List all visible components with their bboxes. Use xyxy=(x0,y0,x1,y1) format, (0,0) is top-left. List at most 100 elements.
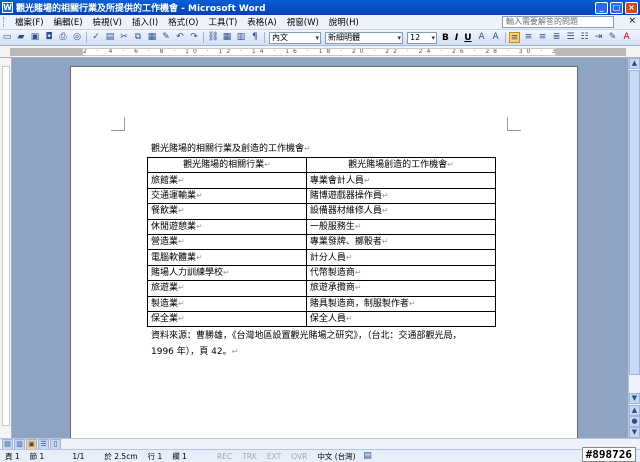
header-cell[interactable]: 觀光賭場的相關行業↵ xyxy=(147,156,307,174)
redo-icon[interactable]: ↷ xyxy=(189,32,200,43)
cell-mark: ↵ xyxy=(354,283,362,293)
save-icon[interactable]: ▣ xyxy=(30,32,41,43)
table-cell[interactable]: 賭具製造商，制服製作者↵ xyxy=(305,295,497,312)
close-button[interactable]: × xyxy=(625,1,638,14)
print-icon[interactable]: ⎙ xyxy=(58,32,69,43)
align-left-icon[interactable]: ≡ xyxy=(509,32,521,43)
header-cell[interactable]: 觀光賭場創造的工作機會↵ xyxy=(305,156,497,174)
cell-text: 餐飲業 xyxy=(151,206,179,217)
scroll-up-button[interactable]: ▲ xyxy=(629,58,640,69)
hyperlink-icon[interactable]: ⛓ xyxy=(208,32,219,43)
table-caption[interactable]: 觀光賭場的相關行業及創造的工作機會↵ xyxy=(151,141,311,154)
table-icon[interactable]: ▦ xyxy=(222,32,233,43)
data-table[interactable]: 觀光賭場的相關行業↵ 觀光賭場創造的工作機會↵ 旅館業↵ 專業會計人員↵ 交通運… xyxy=(147,156,497,328)
table-cell[interactable]: 旅遊承攬商↵ xyxy=(305,280,497,297)
columns-icon[interactable]: ▥ xyxy=(236,32,247,43)
char-border-icon[interactable]: A xyxy=(476,32,487,43)
spelling-icon[interactable]: ✓ xyxy=(91,32,102,43)
cell-mark: ↵ xyxy=(178,206,185,216)
vertical-scrollbar[interactable]: ▲ ▼ ▲ ● ▼ xyxy=(628,58,640,438)
style-select[interactable]: 內文 xyxy=(269,31,321,44)
numbering-icon[interactable]: ☰ xyxy=(565,32,576,43)
scroll-thumb[interactable] xyxy=(629,70,640,375)
align-right-icon[interactable]: ≡ xyxy=(537,32,548,43)
table-cell[interactable]: 休閒遊憩業↵ xyxy=(147,218,307,235)
menu-help[interactable]: 說明(H) xyxy=(324,16,364,28)
menu-edit[interactable]: 編輯(E) xyxy=(49,16,88,28)
vertical-ruler[interactable] xyxy=(0,58,12,438)
menu-tools[interactable]: 工具(T) xyxy=(203,16,242,28)
research-icon[interactable]: ▤ xyxy=(105,32,116,43)
word-app-icon[interactable]: W xyxy=(2,2,13,13)
paste-icon[interactable]: ▦ xyxy=(147,32,158,43)
next-page-button[interactable]: ▼ xyxy=(629,427,640,438)
title-bar: W 觀光賭場的相關行業及所提供的工作機會 - Microsoft Word _ … xyxy=(0,0,640,15)
menu-insert[interactable]: 插入(I) xyxy=(127,16,163,28)
table-cell[interactable]: 旅遊業↵ xyxy=(147,280,307,297)
table-cell[interactable]: 代幣製造商↵ xyxy=(305,264,497,282)
bold-button[interactable]: B xyxy=(439,33,452,43)
table-cell[interactable]: 交通運輸業↵ xyxy=(147,187,307,205)
bullets-icon[interactable]: ☷ xyxy=(579,32,590,43)
underline-button[interactable]: U xyxy=(461,33,474,43)
align-center-icon[interactable]: ≡ xyxy=(523,32,534,43)
status-rec[interactable]: REC xyxy=(212,452,237,461)
table-cell[interactable]: 旅館業↵ xyxy=(147,172,307,189)
menu-window[interactable]: 視窗(W) xyxy=(282,16,324,28)
table-cell[interactable]: 一般服務生↵ xyxy=(305,218,497,235)
browse-object-button[interactable]: ● xyxy=(629,416,640,427)
status-language[interactable]: 中文 (台灣) xyxy=(312,451,360,462)
page[interactable]: 觀光賭場的相關行業及創造的工作機會↵ 觀光賭場的相關行業↵ 觀光賭場創造的工作機… xyxy=(70,66,578,438)
table-cell[interactable]: 賭場人力訓練學校↵ xyxy=(147,264,307,282)
justify-icon[interactable]: ≣ xyxy=(551,32,562,43)
status-ext[interactable]: EXT xyxy=(262,452,286,461)
font-color-icon[interactable]: A xyxy=(621,32,632,43)
horizontal-scrollbar[interactable]: ▤ ▥ ▣ ☰ ▯ xyxy=(0,438,640,450)
cell-mark: ↵ xyxy=(178,283,185,293)
print-preview-icon[interactable]: ◎ xyxy=(72,32,83,43)
permission-icon[interactable]: ◘ xyxy=(44,32,55,43)
horizontal-ruler[interactable]: 2 · 4 · 6 · 8 · 10 · 12 · 14 · 16 · 18 ·… xyxy=(0,46,640,58)
italic-button[interactable]: I xyxy=(452,33,461,43)
menu-format[interactable]: 格式(O) xyxy=(163,16,203,28)
format-painter-icon[interactable]: ✎ xyxy=(161,32,172,43)
table-cell[interactable]: 計分人員↵ xyxy=(305,249,497,266)
scroll-down-button[interactable]: ▼ xyxy=(629,393,640,404)
cut-icon[interactable]: ✂ xyxy=(119,32,130,43)
table-cell[interactable]: 電腦軟體業↵ xyxy=(147,249,307,266)
maximize-button[interactable]: □ xyxy=(610,1,623,14)
vertical-ruler-track xyxy=(2,66,10,426)
menu-grip[interactable] xyxy=(3,17,6,27)
highlight-icon[interactable]: ✎ xyxy=(607,32,618,43)
show-hide-icon[interactable]: ¶ xyxy=(250,32,261,43)
status-ovr[interactable]: OVR xyxy=(286,452,312,461)
previous-page-button[interactable]: ▲ xyxy=(629,405,640,416)
table-cell[interactable]: 餐飲業↵ xyxy=(147,203,307,220)
spelling-status-icon[interactable]: ▤ xyxy=(362,451,373,462)
source-note[interactable]: 資料來源：曹勝雄，《台灣地區設置觀光賭場之研究》，（台北：交通部觀光局， 199… xyxy=(151,328,501,360)
menu-table[interactable]: 表格(A) xyxy=(242,16,281,28)
undo-icon[interactable]: ↶ xyxy=(175,32,186,43)
font-size-select[interactable]: 12 xyxy=(407,31,437,44)
menu-file[interactable]: 檔案(F) xyxy=(10,16,49,28)
font-select[interactable]: 新細明體 xyxy=(325,31,403,44)
document-close-icon[interactable]: × xyxy=(628,16,636,26)
table-cell[interactable]: 設備器材維修人員↵ xyxy=(305,203,497,220)
document-area[interactable]: 觀光賭場的相關行業及創造的工作機會↵ 觀光賭場的相關行業↵ 觀光賭場創造的工作機… xyxy=(12,58,628,438)
indent-icon[interactable]: ⇥ xyxy=(593,32,604,43)
menu-view[interactable]: 檢視(V) xyxy=(88,16,127,28)
table-cell[interactable]: 專業會計人員↵ xyxy=(305,172,497,189)
table-cell[interactable]: 專業發牌、擲骰者↵ xyxy=(305,233,497,251)
table-cell[interactable]: 保全人員↵ xyxy=(305,310,497,328)
table-cell[interactable]: 保全業↵ xyxy=(147,310,307,328)
table-cell[interactable]: 營造業↵ xyxy=(147,233,307,251)
minimize-button[interactable]: _ xyxy=(595,1,608,14)
table-cell[interactable]: 賭博遊戲器操作員↵ xyxy=(305,187,497,205)
copy-icon[interactable]: ⧉ xyxy=(133,32,144,43)
status-trk[interactable]: TRK xyxy=(237,452,262,461)
open-folder-icon[interactable]: ▰ xyxy=(16,32,27,43)
new-document-icon[interactable]: ▭ xyxy=(2,32,13,43)
table-cell[interactable]: 製造業↵ xyxy=(147,295,307,312)
help-search-input[interactable]: 輸入需要解答的問題 xyxy=(502,16,614,28)
char-shading-icon[interactable]: A xyxy=(490,32,501,43)
